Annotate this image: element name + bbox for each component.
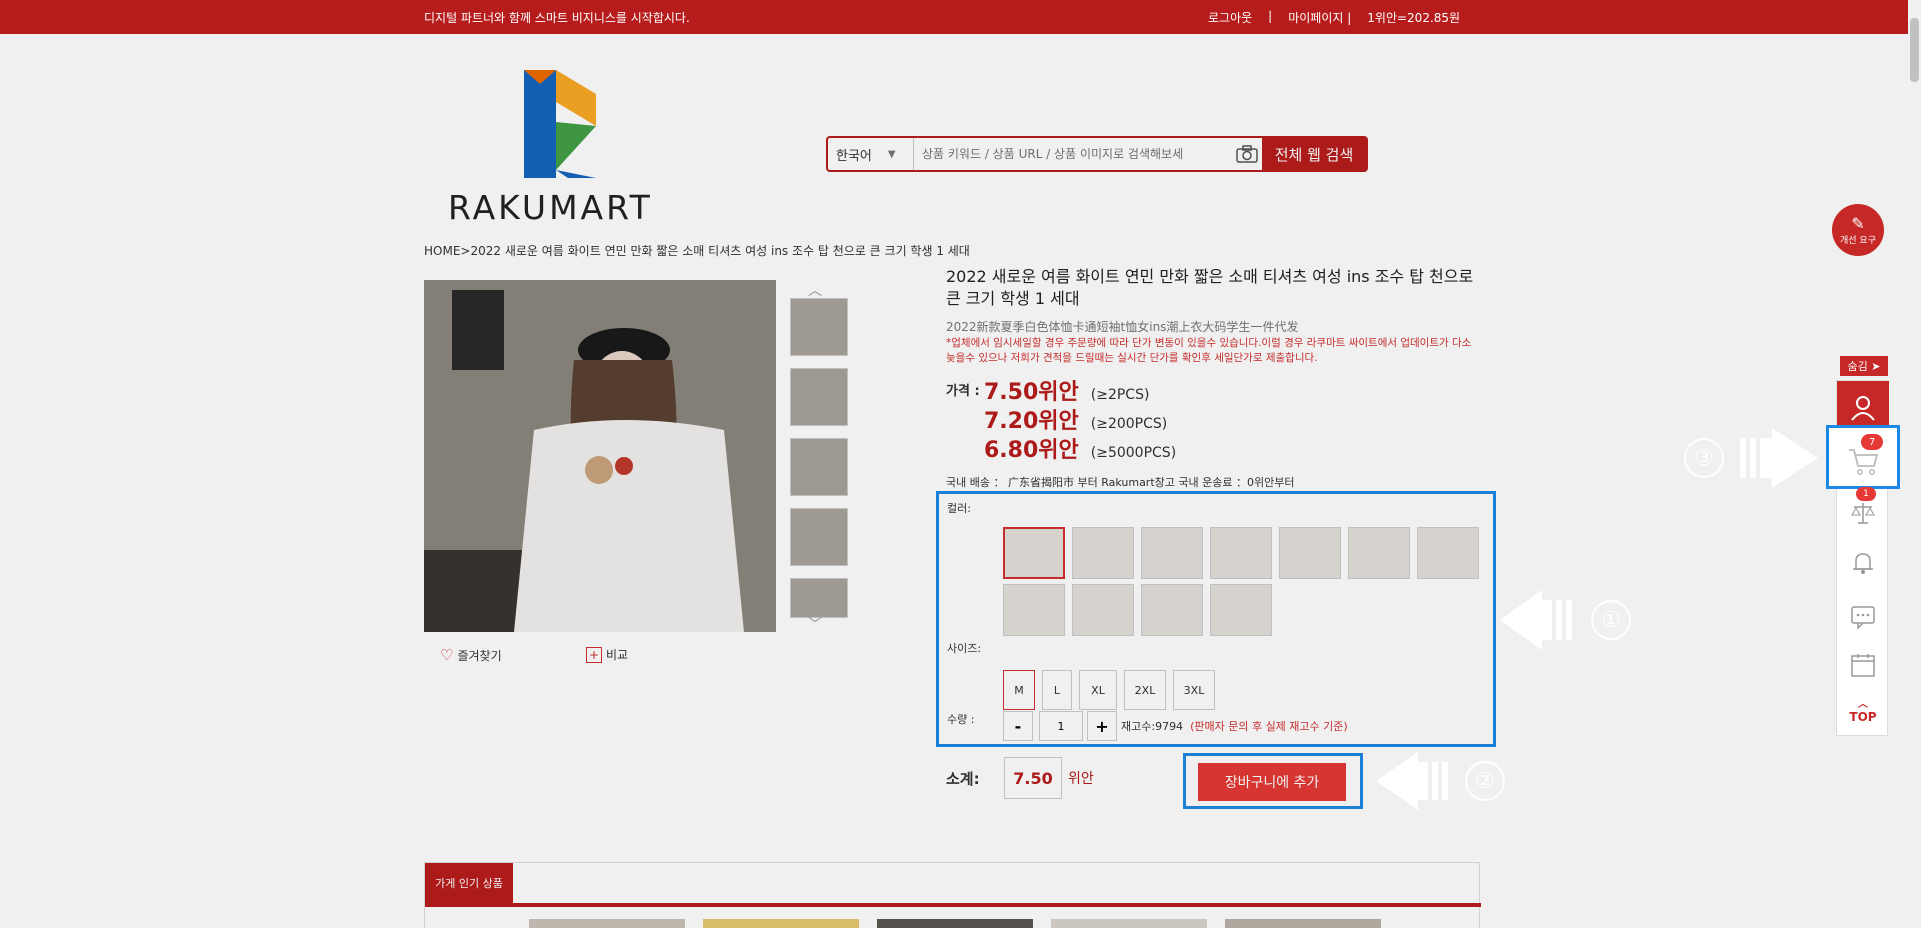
cart-count-badge: 7: [1861, 434, 1883, 450]
color-swatch[interactable]: [1141, 527, 1203, 579]
decrease-quantity-button[interactable]: -: [1003, 711, 1033, 741]
product-title: 2022 새로운 여름 화이트 연민 만화 짧은 소매 티셔츠 여성 ins 조…: [946, 267, 1474, 308]
camera-icon[interactable]: [1232, 140, 1262, 168]
product-card[interactable]: [529, 919, 685, 928]
size-option[interactable]: 3XL: [1173, 670, 1215, 710]
color-swatch[interactable]: [1417, 527, 1479, 579]
color-swatch[interactable]: [1141, 584, 1203, 636]
product-card[interactable]: [703, 919, 859, 928]
chevron-up-icon[interactable]: ︿: [808, 280, 822, 300]
compare-button[interactable]: + 비교: [586, 646, 628, 663]
thumbnail[interactable]: [790, 368, 848, 426]
scale-icon: [1851, 503, 1875, 524]
shipping-info: 국내 배송 ： 广东省揭阳市 부터 Rakumart창고 국내 운송료 ：0위안…: [946, 476, 1295, 489]
size-option[interactable]: XL: [1079, 670, 1117, 710]
thumbnail-strip: ︿ ﹀: [788, 280, 848, 634]
favorite-button[interactable]: ♡ 즐겨찾기: [440, 646, 502, 664]
color-swatch[interactable]: [1210, 527, 1272, 579]
scroll-to-top-button[interactable]: ︿ TOP: [1837, 695, 1889, 724]
subtotal-label: 소계:: [946, 770, 980, 788]
price-tier: 7.20위안 (≥200PCS): [984, 409, 1168, 434]
size-option[interactable]: 2XL: [1124, 670, 1166, 710]
cart-icon: [1849, 449, 1879, 475]
stock-info: 재고수:9794 (판매자 문의 후 실제 재고수 기준): [1121, 720, 1348, 733]
product-card[interactable]: [1225, 919, 1381, 928]
size-option[interactable]: M: [1003, 670, 1035, 710]
arrow-left-icon: [1376, 752, 1448, 810]
color-swatch[interactable]: [1072, 584, 1134, 636]
plus-icon: +: [586, 646, 602, 663]
color-swatch[interactable]: [1072, 527, 1134, 579]
subtotal-value: 7.50: [1004, 757, 1062, 799]
thumbnail[interactable]: [790, 578, 848, 618]
feedback-button[interactable]: ✎ 개선 요구: [1832, 204, 1884, 256]
cart-button-highlight: 장바구니에 추가: [1183, 753, 1363, 809]
divider: |: [1268, 9, 1273, 23]
hide-sidebar-button[interactable]: 숨김 ➤: [1840, 356, 1888, 376]
search-input[interactable]: [914, 140, 1232, 168]
color-swatch[interactable]: [1279, 527, 1341, 579]
top-bar: 디지털 파트너와 함께 스마트 비지니스를 시작합시다. 로그아웃 | 마이페이…: [0, 0, 1921, 34]
breadcrumb[interactable]: HOME>2022 새로운 여름 화이트 연민 만화 짧은 소매 티셔츠 여성 …: [424, 242, 970, 259]
scrollbar-thumb[interactable]: [1910, 18, 1919, 82]
top-links: 로그아웃 | 마이페이지 | 1위안=202.85원: [1208, 9, 1460, 26]
search-bar: 한국어 ▼ 전체 웹 검색: [826, 136, 1368, 172]
calendar-button[interactable]: [1849, 651, 1877, 679]
annotation-number: ①: [1591, 600, 1631, 640]
chat-icon: [1851, 606, 1875, 630]
annotation-number: ③: [1684, 438, 1724, 478]
annotation-number: ②: [1465, 761, 1505, 801]
main-product-image: [424, 280, 776, 632]
pencil-icon: ✎: [1851, 214, 1865, 233]
thumbnail[interactable]: [790, 298, 848, 356]
color-label: 컬러:: [947, 502, 971, 515]
thumbnail[interactable]: [790, 438, 848, 496]
size-label: 사이즈:: [947, 642, 982, 655]
quantity-input[interactable]: [1039, 711, 1083, 741]
quantity-label: 수량 :: [947, 713, 975, 726]
increase-quantity-button[interactable]: +: [1087, 711, 1117, 741]
chevron-up-icon: ︿: [1858, 699, 1868, 710]
arrow-right-icon: [1740, 428, 1818, 488]
heart-icon: ♡: [440, 646, 454, 664]
options-panel: 컬러: 사이즈: M L XL 2XL 3XL 수량 : - + 재고수:979…: [936, 491, 1496, 747]
subtotal-unit: 위안: [1068, 771, 1094, 787]
divider: [425, 903, 1481, 907]
thumbnail[interactable]: [790, 508, 848, 566]
chevron-down-icon[interactable]: ﹀: [808, 614, 822, 634]
color-swatch[interactable]: [1348, 527, 1410, 579]
chat-button[interactable]: [1849, 603, 1877, 631]
exchange-rate: 1위안=202.85원: [1367, 11, 1461, 25]
color-swatch[interactable]: [1003, 584, 1065, 636]
language-select[interactable]: 한국어 ▼: [828, 138, 914, 170]
calendar-icon: [1851, 654, 1875, 677]
arrow-left-icon: [1500, 590, 1572, 650]
slogan: 디지털 파트너와 함께 스마트 비지니스를 시작합시다.: [424, 11, 690, 25]
product-subtitle: 2022新款夏季白色体恤卡通短袖t恤女ins潮上衣大码学生一件代发: [946, 320, 1299, 334]
search-button[interactable]: 전체 웹 검색: [1262, 138, 1366, 170]
color-swatch[interactable]: [1210, 584, 1272, 636]
tab-popular-products[interactable]: 가게 인기 상품: [425, 863, 513, 903]
sidebar-cart-button[interactable]: 7: [1826, 425, 1900, 489]
mypage-link[interactable]: 마이페이지 |: [1288, 9, 1351, 26]
logo-text: RAKUMART: [448, 188, 653, 227]
size-option[interactable]: L: [1042, 670, 1072, 710]
color-swatch[interactable]: [1003, 527, 1065, 579]
bell-icon: [1853, 553, 1873, 574]
scrollbar[interactable]: [1908, 0, 1921, 928]
price-tier: 6.80위안 (≥5000PCS): [984, 438, 1177, 463]
add-to-cart-button[interactable]: 장바구니에 추가: [1198, 763, 1346, 801]
logout-link[interactable]: 로그아웃: [1208, 9, 1252, 26]
notification-badge: 1: [1856, 487, 1876, 501]
notification-button[interactable]: [1849, 549, 1877, 577]
product-card[interactable]: [877, 919, 1033, 928]
product-card[interactable]: [1051, 919, 1207, 928]
price-notice: *업체에서 임시세일할 경우 주문량에 따라 단가 변동이 있을수 있습니다.이…: [946, 337, 1472, 364]
popular-products-section: 가게 인기 상품: [424, 862, 1481, 928]
price-tier: 7.50위안 (≥2PCS): [984, 380, 1150, 405]
chevron-down-icon: ▼: [887, 148, 896, 160]
compare-scale-button[interactable]: [1849, 499, 1877, 527]
price-label: 가격 :: [946, 384, 980, 399]
user-icon: [1851, 396, 1875, 421]
